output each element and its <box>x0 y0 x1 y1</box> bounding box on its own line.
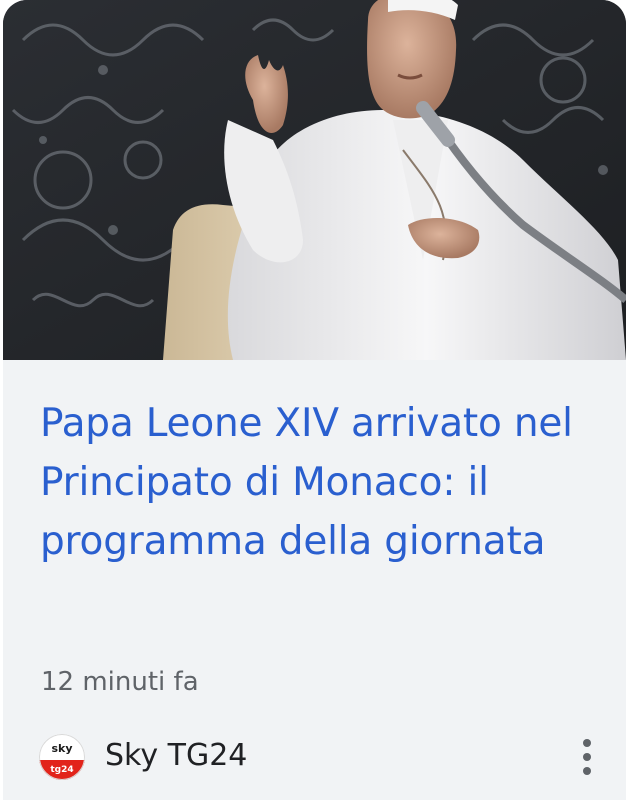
article-image[interactable] <box>3 0 626 360</box>
article-photo <box>3 0 626 360</box>
article-headline[interactable]: Papa Leone XIV arrivato nel Principato d… <box>40 394 600 571</box>
source-row: sky tg24 Sky TG24 <box>39 734 619 784</box>
svg-text:sky: sky <box>51 742 72 755</box>
news-card[interactable]: Papa Leone XIV arrivato nel Principato d… <box>3 0 626 800</box>
source-name[interactable]: Sky TG24 <box>105 738 247 773</box>
sky-tg24-logo-icon: sky tg24 <box>39 734 85 780</box>
article-timestamp: 12 minuti fa <box>41 667 199 697</box>
more-vert-icon <box>583 739 591 775</box>
more-options-button[interactable] <box>567 734 607 780</box>
svg-text:tg24: tg24 <box>50 765 73 775</box>
